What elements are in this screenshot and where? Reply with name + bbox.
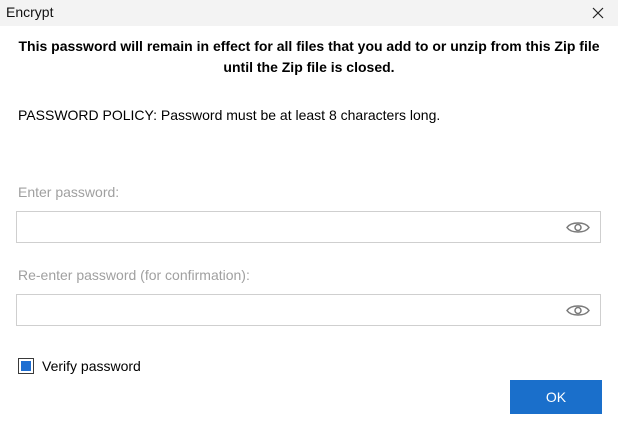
password-notice: This password will remain in effect for … — [18, 38, 600, 75]
verify-password-option[interactable]: Verify password — [18, 358, 141, 374]
password-field-box — [16, 211, 601, 243]
password-input[interactable] — [17, 212, 562, 242]
confirm-password-field-box — [16, 294, 601, 326]
eye-icon[interactable] — [566, 303, 590, 318]
eye-icon[interactable] — [566, 220, 590, 235]
password-label: Enter password: — [18, 184, 120, 200]
confirm-password-input[interactable] — [17, 295, 562, 325]
close-icon — [592, 7, 604, 19]
checkbox-checked-mark — [21, 361, 31, 371]
password-policy: PASSWORD POLICY: Password must be at lea… — [18, 107, 441, 123]
window-title: Encrypt — [6, 4, 54, 20]
title-bar: Encrypt — [0, 0, 618, 26]
close-button[interactable] — [578, 0, 618, 26]
verify-password-label[interactable]: Verify password — [42, 358, 141, 374]
verify-password-checkbox[interactable] — [18, 358, 34, 374]
confirm-password-label: Re-enter password (for confirmation): — [18, 267, 250, 283]
ok-button[interactable]: OK — [510, 380, 602, 414]
